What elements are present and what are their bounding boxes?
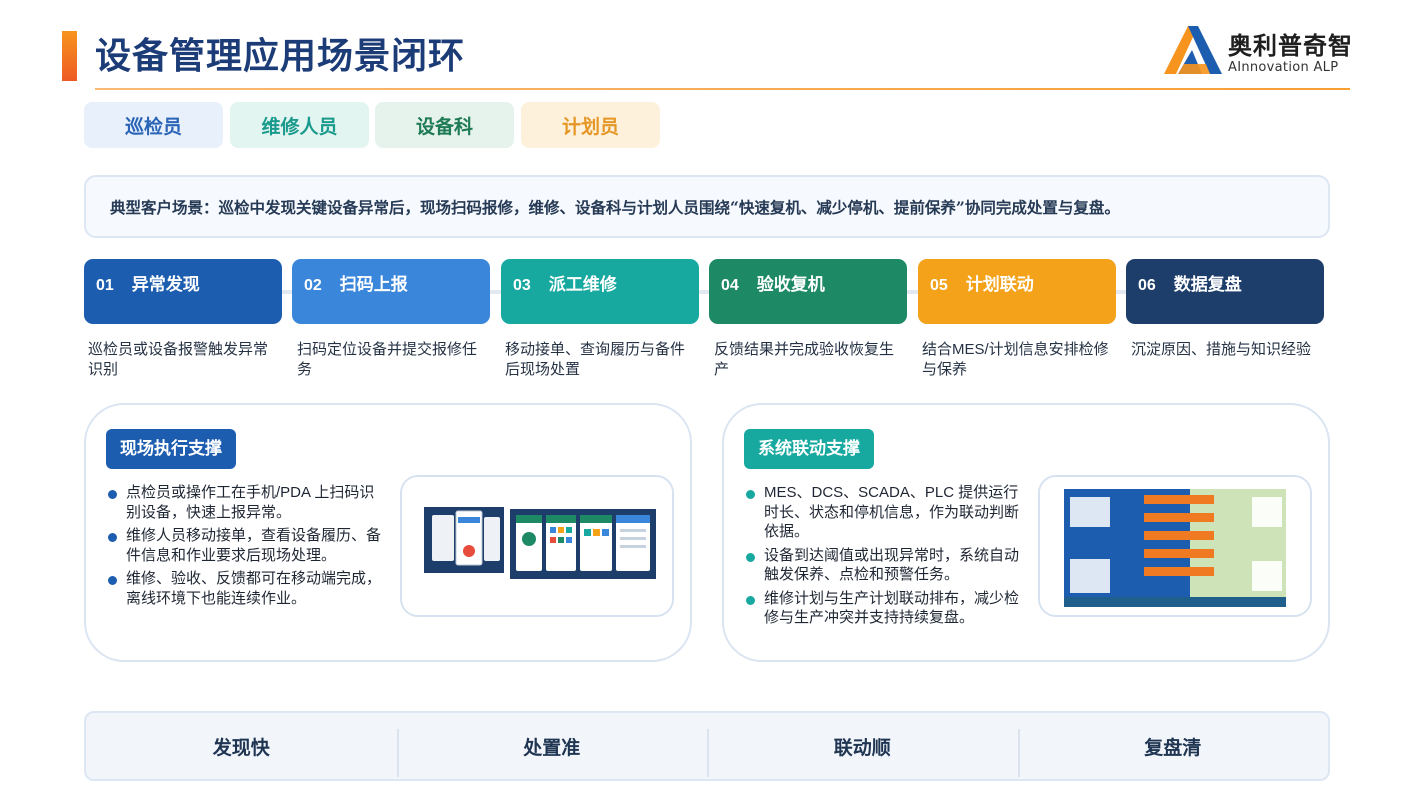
- step-number: 01: [96, 277, 114, 294]
- scenario-banner: 典型客户场景：巡检中发现关键设备异常后，现场扫码报修，维修、设备科与计划人员围绕…: [84, 175, 1330, 238]
- bullet-dot-icon: [108, 533, 117, 542]
- bullet-dot-icon: [746, 595, 755, 605]
- field-execution-panel: 现场执行支撑 点检员或操作工在手机/PDA 上扫码识别设备，快速上报异常。 维修…: [84, 403, 692, 662]
- summary-item-handle: 处置准: [396, 713, 708, 779]
- step-title: 扫码上报: [339, 275, 408, 295]
- step-title: 派工维修: [548, 275, 617, 295]
- summary-item-discover: 发现快: [212, 736, 270, 759]
- list-item: 维修人员移动接单，查看设备履历、备件信息和作业要求后现场处理。: [108, 526, 388, 565]
- list-item: 点检员或操作工在手机/PDA 上扫码识别设备，快速上报异常。: [108, 483, 388, 522]
- role-tab-inspector[interactable]: 巡检员: [84, 102, 223, 148]
- step-number: 03: [513, 277, 531, 294]
- summary-bar: 发现快 处置准 联动顺 复盘清: [84, 711, 1330, 781]
- list-item-text: 维修、验收、反馈都可在移动端完成，离线环境下也能连续作业。: [126, 570, 382, 607]
- step-card-4[interactable]: 04 验收复机: [709, 259, 907, 324]
- role-tab-maintenance[interactable]: 维修人员: [230, 102, 369, 148]
- mobile-app-illustration: [402, 477, 672, 615]
- logo-english-name: AInnovation ALP: [1228, 60, 1339, 75]
- panel-tag-system-integration: 系统联动支撑: [744, 429, 874, 469]
- step-number: 02: [304, 277, 322, 294]
- step-title: 验收复机: [756, 275, 825, 295]
- step-description-4: 反馈结果并完成验收恢复生产: [714, 341, 895, 378]
- panel-tag-field-execution: 现场执行支撑: [106, 429, 236, 469]
- list-item-text: 维修计划与生产计划联动排布，减少检修与生产冲突并支持持续复盘。: [764, 589, 1020, 627]
- step-description-3: 移动接单、查询履历与备件后现场处置: [505, 341, 686, 378]
- step-description-6: 沉淀原因、措施与知识经验: [1131, 341, 1312, 358]
- list-item-text: 设备到达阈值或出现异常时，系统自动触发保养、点检和预警任务。: [764, 546, 1020, 584]
- step-card-6[interactable]: 06 数据复盘: [1126, 259, 1324, 324]
- step-card-1[interactable]: 01 异常发现: [84, 259, 282, 324]
- header-divider: [95, 88, 1350, 90]
- system-architecture-illustration: [1040, 477, 1310, 615]
- step-title: 计划联动: [965, 275, 1034, 295]
- role-tab-planner[interactable]: 计划员: [521, 102, 660, 148]
- step-card-3[interactable]: 03 派工维修: [501, 259, 699, 324]
- step-description-5: 结合MES/计划信息安排检修与保养: [922, 341, 1109, 378]
- list-item: 维修计划与生产计划联动排布，减少检修与生产冲突并支持持续复盘。: [746, 589, 1026, 628]
- logo-mark-icon: [1164, 26, 1222, 74]
- logo-chinese-name: 奥利普奇智: [1228, 32, 1353, 60]
- list-item-text: MES、DCS、SCADA、PLC 提供运行时长、状态和停机信息，作为联动判断依…: [764, 484, 1020, 540]
- page-title: 设备管理应用场景闭环: [95, 36, 466, 77]
- list-item: 设备到达阈值或出现异常时，系统自动触发保养、点检和预警任务。: [746, 546, 1026, 585]
- step-card-2[interactable]: 02 扫码上报: [292, 259, 490, 324]
- step-description-2: 扫码定位设备并提交报修任务: [297, 341, 478, 378]
- brand-logo: 奥利普奇智 AInnovation ALP: [1158, 22, 1358, 78]
- step-number: 05: [930, 277, 948, 294]
- bullet-dot-icon: [108, 576, 117, 585]
- system-integration-list: MES、DCS、SCADA、PLC 提供运行时长、状态和停机信息，作为联动判断依…: [746, 483, 1026, 632]
- list-item-text: 点检员或操作工在手机/PDA 上扫码识别设备，快速上报异常。: [126, 484, 375, 521]
- role-tab-equipment-dept[interactable]: 设备科: [375, 102, 514, 148]
- summary-item-review: 复盘清: [1017, 713, 1329, 779]
- summary-item-link: 联动顺: [707, 713, 1018, 779]
- list-item-text: 维修人员移动接单，查看设备履历、备件信息和作业要求后现场处理。: [126, 527, 382, 564]
- system-architecture-screenshot: [1038, 475, 1312, 617]
- list-item: MES、DCS、SCADA、PLC 提供运行时长、状态和停机信息，作为联动判断依…: [746, 483, 1026, 542]
- list-item: 维修、验收、反馈都可在移动端完成，离线环境下也能连续作业。: [108, 569, 388, 608]
- field-execution-list: 点检员或操作工在手机/PDA 上扫码识别设备，快速上报异常。 维修人员移动接单，…: [108, 483, 388, 612]
- step-number: 06: [1138, 277, 1156, 294]
- step-title: 异常发现: [131, 275, 200, 295]
- step-description-1: 巡检员或设备报警触发异常识别: [88, 341, 269, 378]
- mobile-app-screenshot: [400, 475, 674, 617]
- step-card-5[interactable]: 05 计划联动: [918, 259, 1116, 324]
- bullet-dot-icon: [108, 490, 117, 499]
- bullet-dot-icon: [746, 490, 755, 499]
- title-accent-bar: [62, 31, 77, 81]
- system-integration-panel: 系统联动支撑 MES、DCS、SCADA、PLC 提供运行时长、状态和停机信息，…: [722, 403, 1330, 662]
- step-number: 04: [721, 277, 739, 294]
- step-title: 数据复盘: [1173, 275, 1242, 295]
- bullet-dot-icon: [746, 552, 755, 562]
